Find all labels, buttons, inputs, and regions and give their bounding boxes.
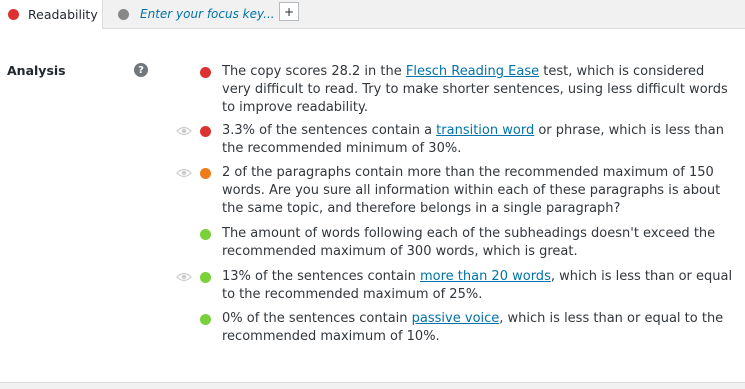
tab-focus-keyword[interactable]: Enter your focus key... bbox=[104, 0, 275, 28]
more-than-20-words-link[interactable]: more than 20 words bbox=[420, 269, 551, 284]
result-text: 3.3% of the sentences contain a transiti… bbox=[222, 122, 737, 158]
tab-readability[interactable]: Readability bbox=[0, 0, 103, 29]
analysis-heading: Analysis bbox=[7, 63, 66, 78]
result-text: 0% of the sentences contain passive voic… bbox=[222, 310, 737, 346]
readability-status-dot bbox=[8, 9, 19, 20]
analysis-panel: Analysis ? The copy scores 28.2 in the F… bbox=[0, 29, 745, 383]
result-text: 2 of the paragraphs contain more than th… bbox=[222, 165, 721, 216]
result-text-part: 13% of the sentences contain bbox=[222, 269, 420, 284]
status-dot-green bbox=[200, 314, 211, 325]
help-icon[interactable]: ? bbox=[134, 63, 148, 77]
transition-word-link[interactable]: transition word bbox=[436, 123, 534, 138]
tab-readability-label: Readability bbox=[28, 7, 98, 22]
add-keyword-button[interactable]: + bbox=[279, 2, 299, 21]
status-dot-red bbox=[200, 67, 211, 78]
result-text: 13% of the sentences contain more than 2… bbox=[222, 268, 737, 304]
result-text-part: 0% of the sentences contain bbox=[222, 311, 412, 326]
result-text-part: The copy scores 28.2 in the bbox=[222, 64, 406, 79]
focus-status-dot bbox=[118, 8, 129, 20]
eye-icon[interactable] bbox=[176, 168, 192, 178]
eye-icon[interactable] bbox=[176, 272, 192, 282]
status-dot-orange bbox=[200, 168, 211, 179]
status-dot-red bbox=[200, 126, 211, 137]
status-dot-green bbox=[200, 229, 211, 240]
result-text-part: 3.3% of the sentences contain a bbox=[222, 123, 437, 138]
passive-voice-link[interactable]: passive voice bbox=[412, 311, 500, 326]
status-dot-green bbox=[200, 272, 211, 283]
result-text: The copy scores 28.2 in the Flesch Readi… bbox=[222, 63, 737, 117]
focus-keyword-input[interactable]: Enter your focus key... bbox=[140, 7, 275, 21]
tab-bar: Readability Enter your focus key... + bbox=[0, 0, 745, 29]
result-text: The amount of words following each of th… bbox=[222, 226, 716, 259]
eye-icon[interactable] bbox=[176, 126, 192, 136]
flesch-reading-ease-link[interactable]: Flesch Reading Ease bbox=[406, 64, 539, 79]
